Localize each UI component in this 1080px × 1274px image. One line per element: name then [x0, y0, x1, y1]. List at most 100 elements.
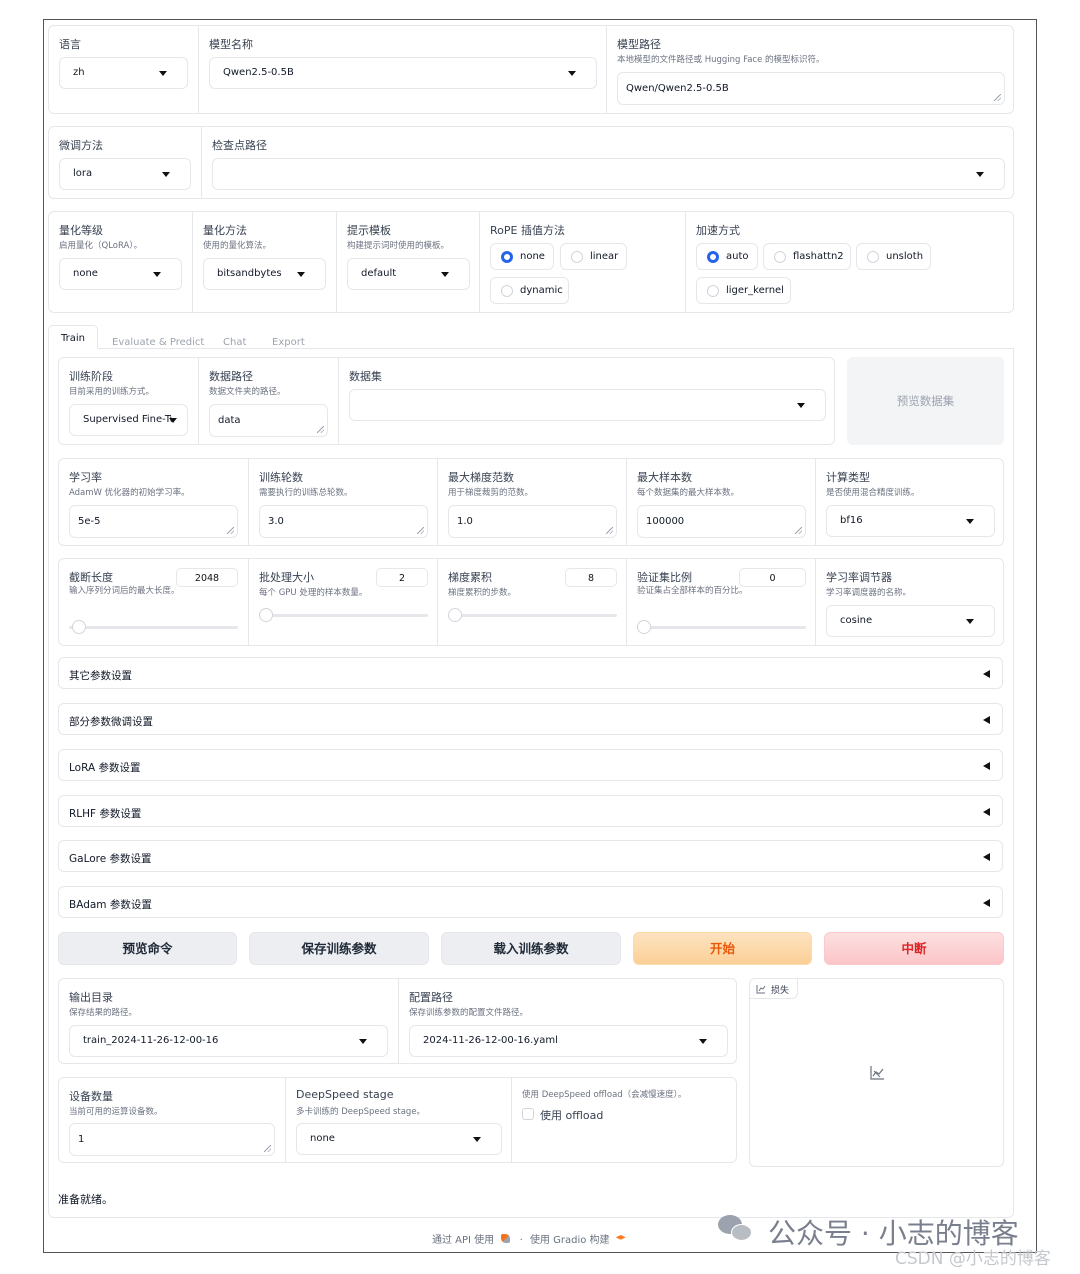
lr-info: AdamW 优化器的初始学习率。 [69, 488, 190, 498]
accordion-lora-args[interactable]: LoRA 参数设置 [58, 749, 1003, 781]
cutoff-len-number[interactable]: 2048 [176, 568, 238, 587]
rope-option-linear[interactable]: linear [560, 243, 627, 270]
grad-accum-slider[interactable] [448, 614, 617, 617]
epochs-cell: 训练轮数 需要执行的训练总轮数。 3.0 [248, 459, 437, 545]
batch-size-info: 每个 GPU 处理的样本数量。 [259, 588, 368, 598]
accordion-badam-args[interactable]: BAdam 参数设置 [58, 886, 1003, 918]
stop-button[interactable]: 中断 [824, 932, 1004, 965]
booster-option-unsloth[interactable]: unsloth [856, 243, 931, 270]
lang-dropdown[interactable]: zh [59, 57, 188, 89]
chevron-down-icon [169, 418, 177, 423]
watermark-csdn: CSDN @小志的博客 [895, 1249, 1051, 1269]
tab-train[interactable]: Train [48, 325, 98, 349]
device-count-info: 当前可用的运算设备数。 [69, 1107, 163, 1117]
finetune-cell: 微调方法 lora [49, 127, 201, 198]
dataset-label: 数据集 [349, 370, 382, 383]
output-dir-label: 输出目录 [69, 991, 113, 1004]
stage-dropdown[interactable]: Supervised Fine-Tur [69, 404, 188, 436]
rope-option-dynamic[interactable]: dynamic [490, 277, 569, 304]
val-size-slider-handle[interactable] [637, 620, 651, 634]
cutoff-len-slider[interactable] [69, 626, 238, 629]
model-name-cell: 模型名称 Qwen2.5-0.5B [198, 26, 606, 113]
footer-gradio-link[interactable]: 使用 Gradio 构建 [530, 1235, 610, 1246]
val-size-slider[interactable] [637, 626, 806, 629]
radio-icon [707, 251, 719, 263]
epochs-input[interactable]: 3.0 [259, 505, 428, 538]
output-dir-dropdown[interactable]: train_2024-11-26-12-00-16 [69, 1025, 388, 1057]
quant-bit-cell: 量化等级 启用量化（QLoRA）。 none [49, 212, 192, 312]
resize-grip-icon[interactable] [227, 527, 234, 534]
footer-api-link[interactable]: 通过 API 使用 [432, 1235, 494, 1246]
radio-icon [501, 285, 513, 297]
ds-offload-checkbox[interactable] [522, 1108, 534, 1120]
template-dropdown[interactable]: default [347, 258, 470, 290]
max-samples-input[interactable]: 100000 [637, 505, 806, 538]
quant-method-cell: 量化方法 使用的量化算法。 bitsandbytes [192, 212, 336, 312]
compute-type-label: 计算类型 [826, 471, 870, 484]
resize-grip-icon[interactable] [994, 94, 1001, 101]
quant-method-dropdown[interactable]: bitsandbytes [203, 258, 326, 290]
chevron-down-icon [297, 272, 305, 277]
accordion-galore-args[interactable]: GaLore 参数设置 [58, 840, 1003, 872]
booster-option-flashattn2[interactable]: flashattn2 [763, 243, 851, 270]
ds-stage-dropdown[interactable]: none [296, 1123, 502, 1155]
gradio-logo-icon [615, 1235, 626, 1240]
tab-export[interactable]: Export [272, 337, 305, 348]
model-row: 语言 zh 模型名称 Qwen2.5-0.5B 模型路径 本地模型的文件路径或 … [48, 25, 1014, 114]
stage-cell: 训练阶段 目前采用的训练方式。 Supervised Fine-Tur [59, 358, 198, 444]
footer-separator: · [519, 1235, 523, 1246]
model-path-info: 本地模型的文件路径或 Hugging Face 的模型标识符。 [617, 55, 825, 65]
resize-grip-icon[interactable] [417, 527, 424, 534]
accordion-freeze-args[interactable]: 部分参数微调设置 [58, 703, 1003, 735]
batch-size-number[interactable]: 2 [376, 568, 428, 587]
tab-chat[interactable]: Chat [223, 337, 246, 348]
max-grad-norm-input[interactable]: 1.0 [448, 505, 617, 538]
batch-size-slider-handle[interactable] [259, 608, 273, 622]
lr-scheduler-dropdown[interactable]: cosine [826, 605, 995, 637]
grad-accum-slider-handle[interactable] [448, 608, 462, 622]
accordion-extra-args[interactable]: 其它参数设置 [58, 657, 1003, 689]
quant-bit-dropdown[interactable]: none [59, 258, 182, 290]
lr-input[interactable]: 5e-5 [69, 505, 238, 538]
model-path-input[interactable]: Qwen/Qwen2.5-0.5B [617, 72, 1005, 105]
booster-option-auto[interactable]: auto [696, 243, 758, 270]
status-text: 准备就绪。 [58, 1193, 113, 1206]
loss-plot-label-badge: 损失 [750, 979, 798, 999]
resize-grip-icon[interactable] [264, 1145, 271, 1152]
batch-size-slider[interactable] [259, 614, 428, 617]
rope-option-none[interactable]: none [490, 243, 554, 270]
finetune-dropdown[interactable]: lora [59, 158, 191, 190]
checkpoint-dropdown[interactable] [212, 158, 1005, 190]
tab-evaluate[interactable]: Evaluate & Predict [112, 337, 204, 348]
resize-grip-icon[interactable] [317, 426, 324, 433]
cutoff-len-slider-handle[interactable] [72, 620, 87, 634]
dataset-dir-label: 数据路径 [209, 370, 253, 383]
preview-dataset-button[interactable]: 预览数据集 [847, 357, 1004, 445]
device-count-input[interactable]: 1 [69, 1123, 275, 1156]
booster-option-liger-kernel[interactable]: liger_kernel [696, 277, 791, 304]
grad-accum-info: 梯度累积的步数。 [448, 588, 517, 598]
dataset-row: 训练阶段 目前采用的训练方式。 Supervised Fine-Tur 数据路径… [58, 357, 835, 445]
config-path-dropdown[interactable]: 2024-11-26-12-00-16.yaml [409, 1025, 728, 1057]
lang-label: 语言 [59, 38, 81, 51]
compute-type-dropdown[interactable]: bf16 [826, 505, 995, 537]
quant-method-info: 使用的量化算法。 [203, 241, 272, 251]
grad-accum-label: 梯度累积 [448, 571, 492, 584]
ds-offload-label[interactable]: 使用 offload [540, 1107, 603, 1123]
preview-command-button[interactable]: 预览命令 [58, 932, 237, 965]
lr-label: 学习率 [69, 471, 102, 484]
model-name-dropdown[interactable]: Qwen2.5-0.5B [209, 57, 597, 89]
dataset-dir-input[interactable]: data [209, 404, 328, 437]
accordion-rlhf-args[interactable]: RLHF 参数设置 [58, 795, 1003, 827]
model-name-label: 模型名称 [209, 38, 253, 51]
grad-accum-number[interactable]: 8 [565, 568, 617, 587]
load-args-button[interactable]: 载入训练参数 [441, 932, 621, 965]
dataset-dropdown[interactable] [349, 389, 826, 421]
resize-grip-icon[interactable] [795, 527, 802, 534]
chevron-down-icon [976, 172, 984, 177]
save-args-button[interactable]: 保存训练参数 [249, 932, 429, 965]
start-button[interactable]: 开始 [633, 932, 812, 965]
resize-grip-icon[interactable] [606, 527, 613, 534]
chevron-down-icon [153, 272, 161, 277]
ds-offload-cell: 使用 DeepSpeed offload（会减慢速度）。 使用 offload [511, 1078, 737, 1162]
